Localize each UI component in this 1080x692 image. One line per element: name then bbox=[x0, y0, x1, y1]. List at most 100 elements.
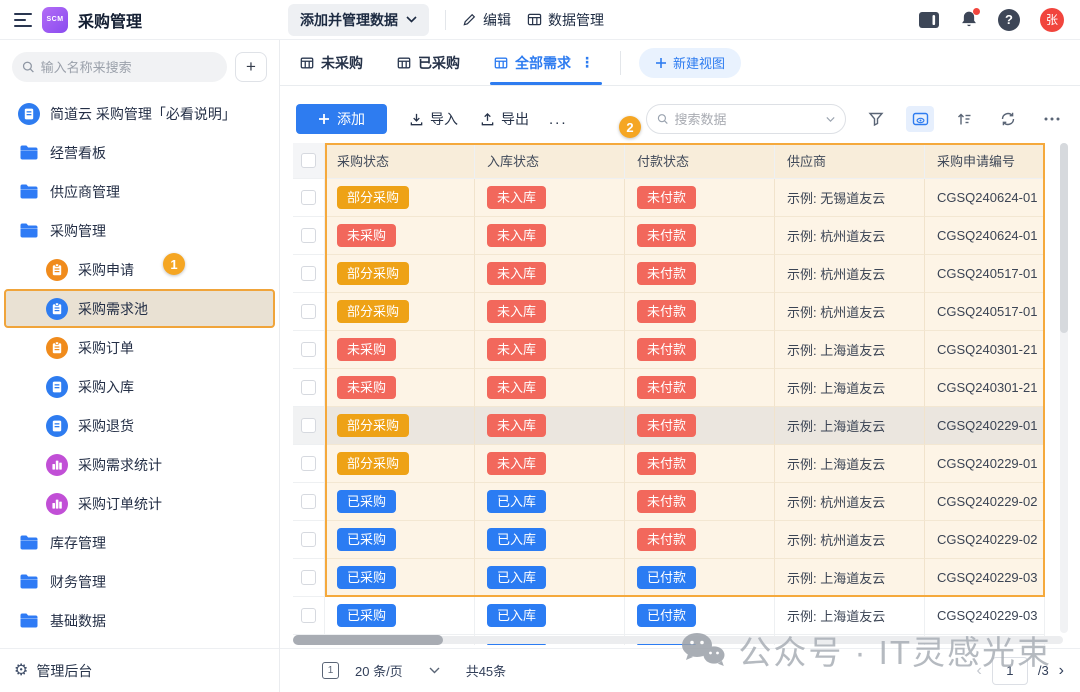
table-row[interactable]: 部分采购未入库未付款示例: 杭州道友云CGSQ240517-01 bbox=[293, 293, 1045, 331]
table-row[interactable]: 已采购已入库未付款示例: 杭州道友云CGSQ240229-02 bbox=[293, 483, 1045, 521]
sidebar-item[interactable]: 财务管理 bbox=[4, 562, 275, 601]
display-fields-button[interactable] bbox=[906, 106, 934, 132]
new-view-button[interactable]: 新建视图 bbox=[639, 48, 741, 78]
export-button[interactable]: 导出 bbox=[480, 109, 529, 129]
status-badge: 已采购 bbox=[337, 566, 396, 590]
scrollbar-thumb[interactable] bbox=[293, 635, 443, 645]
search-icon bbox=[22, 60, 35, 74]
sidebar-search-input[interactable] bbox=[41, 60, 217, 75]
panel-icon[interactable] bbox=[918, 11, 940, 29]
current-page-input[interactable]: 1 bbox=[992, 657, 1028, 685]
column-header[interactable]: 付款状态 bbox=[625, 143, 775, 179]
add-record-button[interactable]: 添加 bbox=[296, 104, 387, 134]
sort-button[interactable] bbox=[950, 106, 978, 132]
request-no-cell: CGSQ240229-02 bbox=[925, 483, 1045, 521]
column-header[interactable]: 采购状态 bbox=[325, 143, 475, 179]
page-size-select[interactable]: 20 条/页 bbox=[355, 661, 403, 680]
sidebar-item[interactable]: 采购订单统计 bbox=[4, 484, 275, 523]
table-more-button[interactable] bbox=[1038, 106, 1066, 132]
top-bar: SCM 采购管理 添加并管理数据 编辑 数据管理 ? 张 bbox=[0, 0, 1080, 40]
chevron-down-icon[interactable] bbox=[429, 667, 440, 674]
table-row[interactable]: 部分采购未入库未付款示例: 无锡道友云CGSQ240624-01 bbox=[293, 179, 1045, 217]
purchase-status-cell: 已采购 bbox=[325, 521, 475, 559]
table-row[interactable]: 未采购未入库未付款示例: 杭州道友云CGSQ240624-01 bbox=[293, 217, 1045, 255]
admin-console-button[interactable]: ⚙ 管理后台 bbox=[0, 648, 279, 692]
manage-data-dropdown[interactable]: 添加并管理数据 bbox=[288, 4, 429, 36]
scrollbar-thumb[interactable] bbox=[1060, 143, 1068, 333]
table-row[interactable]: 未采购未入库未付款示例: 上海道友云CGSQ240301-21 bbox=[293, 369, 1045, 407]
view-tab-label: 未采购 bbox=[321, 53, 363, 73]
data-table: 采购状态 入库状态 付款状态 供应商 采购申请编号 部分采购未入库未付款示例: … bbox=[293, 143, 1077, 645]
table-row[interactable]: 部分采购未入库未付款示例: 上海道友云CGSQ240229-01 bbox=[293, 407, 1045, 445]
notifications-button[interactable] bbox=[960, 10, 978, 29]
sidebar-item[interactable]: 采购需求池 bbox=[4, 289, 275, 328]
row-checkbox[interactable] bbox=[301, 494, 316, 509]
horizontal-scrollbar[interactable] bbox=[293, 635, 1063, 645]
view-tab[interactable]: 已采购 bbox=[397, 40, 460, 85]
prev-page-button[interactable]: ‹ bbox=[977, 662, 982, 680]
inbound-status-cell: 未入库 bbox=[475, 331, 625, 369]
row-checkbox[interactable] bbox=[301, 608, 316, 623]
edit-button[interactable]: 编辑 bbox=[462, 10, 511, 30]
help-button[interactable]: ? bbox=[998, 9, 1020, 31]
data-manage-button[interactable]: 数据管理 bbox=[527, 10, 604, 30]
sidebar-item[interactable]: 基础数据 bbox=[4, 601, 275, 640]
status-badge: 部分采购 bbox=[337, 300, 409, 324]
row-checkbox[interactable] bbox=[301, 304, 316, 319]
row-checkbox[interactable] bbox=[301, 418, 316, 433]
payment-status-cell: 未付款 bbox=[625, 407, 775, 445]
sidebar-item[interactable]: 供应商管理 bbox=[4, 172, 275, 211]
inbound-status-cell: 已入库 bbox=[475, 483, 625, 521]
next-page-button[interactable]: › bbox=[1059, 662, 1064, 680]
data-search-input[interactable] bbox=[674, 112, 820, 127]
sidebar-item[interactable]: 采购退货 bbox=[4, 406, 275, 445]
table-row[interactable]: 已采购已入库未付款示例: 杭州道友云CGSQ240229-02 bbox=[293, 521, 1045, 559]
refresh-button[interactable] bbox=[994, 106, 1022, 132]
request-no-cell: CGSQ240229-03 bbox=[925, 559, 1045, 597]
row-checkbox[interactable] bbox=[301, 456, 316, 471]
sidebar-item[interactable]: 采购需求统计 bbox=[4, 445, 275, 484]
row-checkbox[interactable] bbox=[301, 228, 316, 243]
view-tab[interactable]: 全部需求⋮ bbox=[494, 40, 594, 85]
import-button[interactable]: 导入 bbox=[409, 109, 458, 129]
sidebar-item[interactable]: 库存管理 bbox=[4, 523, 275, 562]
row-checkbox[interactable] bbox=[301, 380, 316, 395]
chevron-down-icon[interactable] bbox=[826, 116, 835, 123]
filter-button[interactable] bbox=[862, 106, 890, 132]
select-all-checkbox[interactable] bbox=[301, 153, 316, 168]
view-tab[interactable]: 未采购 bbox=[300, 40, 363, 85]
table-row[interactable]: 部分采购未入库未付款示例: 杭州道友云CGSQ240517-01 bbox=[293, 255, 1045, 293]
vertical-scrollbar[interactable] bbox=[1060, 143, 1068, 633]
data-search[interactable] bbox=[646, 104, 846, 134]
column-header[interactable]: 入库状态 bbox=[475, 143, 625, 179]
avatar[interactable]: 张 bbox=[1040, 8, 1064, 32]
request-no-cell: CGSQ240301-21 bbox=[925, 331, 1045, 369]
purchase-status-cell: 已采购 bbox=[325, 483, 475, 521]
sidebar-item[interactable]: 采购订单 bbox=[4, 328, 275, 367]
collapse-menu-icon[interactable] bbox=[14, 13, 32, 27]
sidebar-item[interactable]: 简道云 采购管理「必看说明」 bbox=[4, 94, 275, 133]
sidebar-item[interactable]: 采购入库 bbox=[4, 367, 275, 406]
table-row[interactable]: 部分采购未入库未付款示例: 上海道友云CGSQ240229-01 bbox=[293, 445, 1045, 483]
status-badge: 已入库 bbox=[487, 604, 546, 628]
sidebar-item[interactable]: 采购申请 bbox=[4, 250, 275, 289]
row-checkbox[interactable] bbox=[301, 190, 316, 205]
column-header[interactable]: 供应商 bbox=[775, 143, 925, 179]
more-actions-button[interactable]: ... bbox=[549, 111, 568, 128]
table-row[interactable]: 已采购已入库已付款示例: 上海道友云CGSQ240229-03 bbox=[293, 559, 1045, 597]
row-checkbox[interactable] bbox=[301, 342, 316, 357]
row-height-icon[interactable]: 1 bbox=[322, 662, 339, 679]
sidebar-item[interactable]: 经营看板 bbox=[4, 133, 275, 172]
sidebar-item[interactable]: 采购管理 bbox=[4, 211, 275, 250]
column-header[interactable]: 采购申请编号 bbox=[925, 143, 1045, 179]
table-row[interactable]: 未采购未入库未付款示例: 上海道友云CGSQ240301-21 bbox=[293, 331, 1045, 369]
row-checkbox[interactable] bbox=[301, 532, 316, 547]
sidebar-search[interactable] bbox=[12, 52, 227, 82]
chevron-down-icon bbox=[406, 16, 417, 23]
table-row[interactable]: 已采购已入库已付款示例: 上海道友云CGSQ240229-03 bbox=[293, 597, 1045, 635]
tab-menu-icon[interactable]: ⋮ bbox=[580, 54, 594, 71]
add-app-button[interactable]: + bbox=[235, 52, 267, 82]
row-checkbox[interactable] bbox=[301, 570, 316, 585]
row-checkbox[interactable] bbox=[301, 266, 316, 281]
status-badge: 未付款 bbox=[637, 490, 696, 514]
